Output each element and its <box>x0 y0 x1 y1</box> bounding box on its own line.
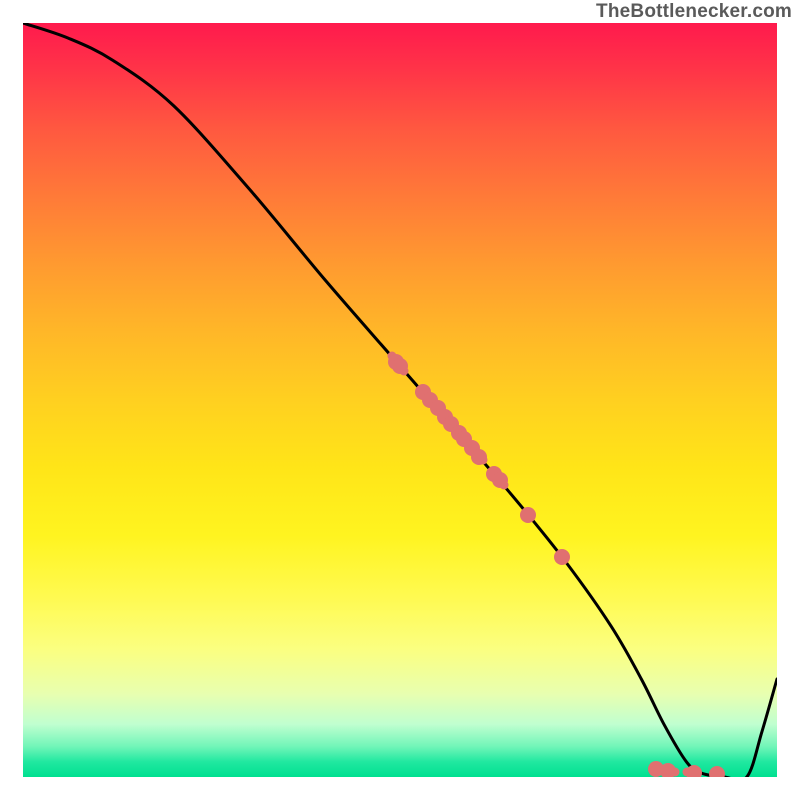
watermark-label: TheBottlenecker.com <box>596 2 792 21</box>
chart-stage: TheBottlenecker.com <box>0 0 800 800</box>
chart-plot-area <box>23 23 777 777</box>
bottleneck-curve <box>23 23 777 777</box>
